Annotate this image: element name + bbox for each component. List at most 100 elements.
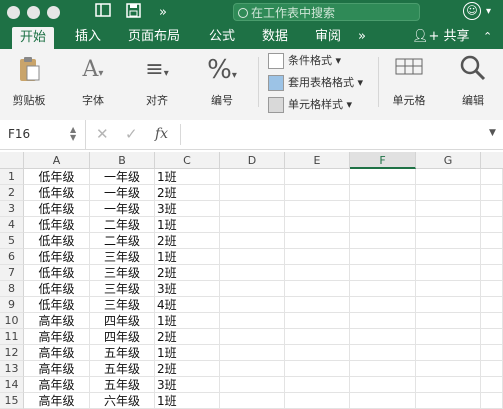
table-cell[interactable]: 2班 <box>155 233 220 249</box>
table-cell[interactable] <box>220 281 285 297</box>
row-header[interactable]: 11 <box>0 329 24 345</box>
table-cell[interactable] <box>481 169 503 185</box>
table-cell[interactable] <box>350 297 416 313</box>
row-header[interactable]: 14 <box>0 377 24 393</box>
table-cell[interactable] <box>350 265 416 281</box>
table-cell[interactable]: 低年级 <box>24 297 90 313</box>
table-cell[interactable]: 五年级 <box>90 345 155 361</box>
table-cell[interactable]: 三年级 <box>90 281 155 297</box>
edit-button[interactable]: 编辑 <box>448 49 498 120</box>
table-cell[interactable]: 三年级 <box>90 265 155 281</box>
tab-formulas[interactable]: 公式 <box>201 25 243 49</box>
column-header-f[interactable]: F <box>350 152 416 169</box>
table-cell[interactable]: 三年级 <box>90 249 155 265</box>
table-cell[interactable]: 2班 <box>155 265 220 281</box>
table-cell[interactable] <box>481 217 503 233</box>
row-header[interactable]: 8 <box>0 281 24 297</box>
insert-function-icon[interactable]: fx <box>155 120 168 149</box>
table-cell[interactable]: 低年级 <box>24 249 90 265</box>
table-cell[interactable] <box>285 265 350 281</box>
align-button[interactable]: ≡▾ 对齐 <box>132 49 182 120</box>
minimize-window-button[interactable] <box>27 6 40 19</box>
table-cell[interactable]: 高年级 <box>24 329 90 345</box>
collapse-ribbon-icon[interactable]: ⌃ <box>483 25 492 49</box>
table-cell[interactable] <box>416 297 481 313</box>
row-header[interactable]: 5 <box>0 233 24 249</box>
table-cell[interactable] <box>416 265 481 281</box>
table-cell[interactable]: 二年级 <box>90 233 155 249</box>
paste-button[interactable]: 剪贴板 <box>4 49 54 120</box>
column-header-h[interactable] <box>481 152 503 169</box>
tab-home[interactable]: 开始 <box>12 27 54 49</box>
table-cell[interactable] <box>285 233 350 249</box>
table-cell[interactable] <box>416 217 481 233</box>
table-cell[interactable] <box>350 393 416 409</box>
row-header[interactable]: 10 <box>0 313 24 329</box>
table-cell[interactable] <box>416 313 481 329</box>
table-cell[interactable]: 低年级 <box>24 281 90 297</box>
table-cell[interactable] <box>416 329 481 345</box>
table-cell[interactable]: 1班 <box>155 169 220 185</box>
table-cell[interactable] <box>285 345 350 361</box>
table-cell[interactable]: 低年级 <box>24 217 90 233</box>
maximize-window-button[interactable] <box>47 6 60 19</box>
row-header[interactable]: 4 <box>0 217 24 233</box>
table-cell[interactable] <box>481 393 503 409</box>
table-cell[interactable] <box>220 393 285 409</box>
column-header-b[interactable]: B <box>90 152 155 169</box>
table-cell[interactable]: 一年级 <box>90 201 155 217</box>
tab-review[interactable]: 审阅 <box>307 25 349 49</box>
table-cell[interactable] <box>220 201 285 217</box>
table-cell[interactable]: 一年级 <box>90 185 155 201</box>
table-cell[interactable] <box>416 201 481 217</box>
table-cell[interactable] <box>220 329 285 345</box>
table-cell[interactable] <box>350 233 416 249</box>
row-header[interactable]: 13 <box>0 361 24 377</box>
conditional-format-button[interactable]: 条件格式 ▾ <box>268 51 341 71</box>
font-button[interactable]: A▾ 字体 <box>68 49 118 120</box>
table-cell[interactable] <box>220 345 285 361</box>
cell-style-button[interactable]: 单元格样式 ▾ <box>268 95 352 115</box>
table-cell[interactable]: 高年级 <box>24 361 90 377</box>
tab-insert[interactable]: 插入 <box>67 25 109 49</box>
table-cell[interactable] <box>350 185 416 201</box>
share-button[interactable]: 👤︎+ 共享 <box>412 25 470 49</box>
table-cell[interactable] <box>481 377 503 393</box>
feedback-smiley-icon[interactable]: ☺ <box>463 2 481 20</box>
row-header[interactable]: 3 <box>0 201 24 217</box>
row-header[interactable]: 6 <box>0 249 24 265</box>
row-header[interactable]: 2 <box>0 185 24 201</box>
save-icon[interactable] <box>123 3 143 22</box>
row-header[interactable]: 15 <box>0 393 24 409</box>
table-cell[interactable]: 低年级 <box>24 265 90 281</box>
table-cell[interactable] <box>481 361 503 377</box>
more-toolbar-icon[interactable]: » <box>153 3 173 22</box>
confirm-icon[interactable]: ✓ <box>125 120 138 149</box>
table-cell[interactable] <box>416 185 481 201</box>
expand-formula-icon[interactable]: ▼ <box>489 128 496 138</box>
sidebar-icon[interactable] <box>93 3 113 22</box>
table-cell[interactable]: 一年级 <box>90 169 155 185</box>
table-cell[interactable] <box>220 313 285 329</box>
table-cell[interactable]: 四年级 <box>90 329 155 345</box>
cancel-icon[interactable]: ✕ <box>96 120 109 149</box>
table-cell[interactable] <box>481 201 503 217</box>
table-cell[interactable]: 四年级 <box>90 313 155 329</box>
table-cell[interactable] <box>481 329 503 345</box>
table-cell[interactable] <box>350 281 416 297</box>
table-cell[interactable] <box>220 249 285 265</box>
table-cell[interactable] <box>481 185 503 201</box>
table-cell[interactable] <box>481 313 503 329</box>
table-cell[interactable] <box>481 297 503 313</box>
column-header-e[interactable]: E <box>285 152 350 169</box>
table-cell[interactable] <box>220 297 285 313</box>
table-cell[interactable]: 高年级 <box>24 393 90 409</box>
table-cell[interactable]: 2班 <box>155 185 220 201</box>
table-cell[interactable] <box>416 361 481 377</box>
table-cell[interactable]: 4班 <box>155 297 220 313</box>
table-cell[interactable]: 高年级 <box>24 345 90 361</box>
tab-data[interactable]: 数据 <box>254 25 296 49</box>
table-cell[interactable] <box>285 249 350 265</box>
table-cell[interactable] <box>350 217 416 233</box>
table-cell[interactable] <box>481 345 503 361</box>
